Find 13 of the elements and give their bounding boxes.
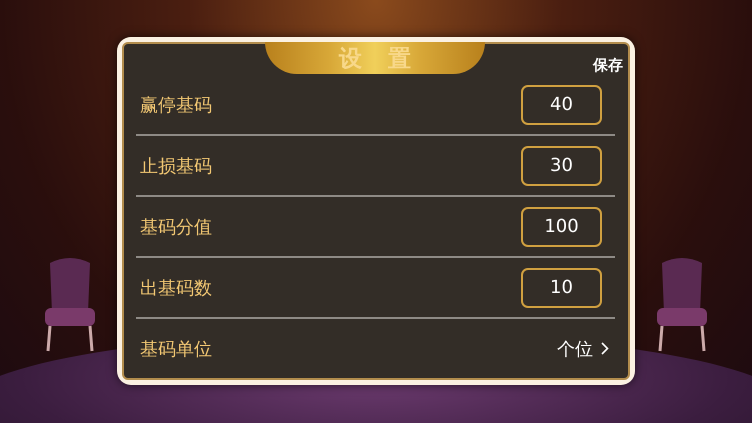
dialog-title: 设置 [265,42,485,74]
setting-label: 赢停基码 [140,94,212,117]
chevron-right-icon [601,342,609,356]
unit-selector[interactable]: 个位 [557,336,609,361]
setting-label: 止损基码 [140,154,212,178]
setting-label: 出基码数 [140,276,212,300]
value-field[interactable]: 100 [521,206,602,247]
value-field[interactable]: 30 [521,146,602,186]
setting-label: 基码单位 [140,338,212,361]
value-field[interactable]: 40 [521,84,602,125]
save-button[interactable]: 保存 [593,56,623,76]
setting-label: 基码分值 [140,216,212,239]
value-field[interactable]: 10 [521,268,602,308]
